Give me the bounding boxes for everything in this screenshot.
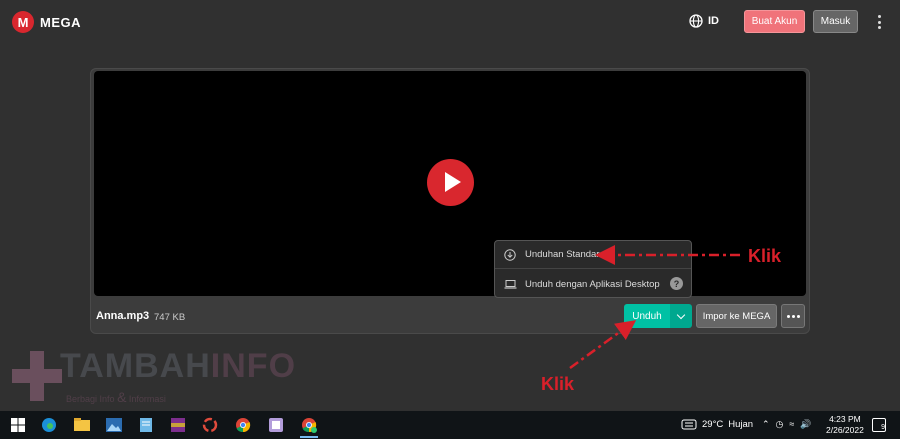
clock-time: 4:23 PM	[829, 414, 861, 424]
winrar-icon[interactable]	[168, 415, 188, 435]
chevron-up-icon[interactable]: ⌃	[762, 419, 770, 430]
weather-condition: Hujan	[728, 419, 754, 430]
windows-start-icon[interactable]	[8, 415, 28, 435]
watermark-logo: TAMBAHINFO Berbagi Info & Informasi	[10, 347, 295, 411]
annotation-label-menu: Klik	[748, 246, 782, 266]
edge-browser-icon[interactable]	[39, 415, 59, 435]
volume-icon[interactable]: 🔊	[800, 419, 811, 430]
windows-taskbar: 29°C Hujan ⌃ ◷ ≈ 🔊 4:23 PM 2/26/2022 9	[0, 411, 900, 439]
weather-temperature: 29°C	[702, 419, 724, 430]
system-tray: ⌃ ◷ ≈ 🔊	[762, 419, 812, 430]
file-explorer-icon[interactable]	[72, 415, 92, 435]
wifi-icon[interactable]: ≈	[789, 419, 794, 430]
editor-app-icon[interactable]	[266, 415, 286, 435]
notification-count: 9	[881, 424, 885, 431]
photos-app-icon[interactable]	[104, 415, 124, 435]
network-icon[interactable]: ◷	[776, 419, 784, 430]
watermark-text: TAMBAHINFO	[60, 347, 297, 385]
sync-app-icon[interactable]	[200, 415, 220, 435]
clock-date: 2/26/2022	[826, 425, 864, 435]
weather-widget[interactable]: 29°C Hujan	[681, 419, 753, 430]
watermark-subtitle: Berbagi Info & Informasi	[66, 389, 166, 405]
active-app-indicator	[300, 436, 318, 438]
notepad-icon[interactable]	[136, 415, 156, 435]
chrome-active-icon[interactable]	[299, 415, 319, 435]
arrow-to-download-button	[569, 320, 637, 370]
notification-center-icon[interactable]: 9	[872, 418, 886, 432]
annotation-label-button: Klik	[541, 374, 575, 394]
weather-rain-icon	[681, 419, 697, 430]
chrome-icon[interactable]	[233, 415, 253, 435]
taskbar-clock[interactable]: 4:23 PM 2/26/2022	[826, 414, 864, 436]
